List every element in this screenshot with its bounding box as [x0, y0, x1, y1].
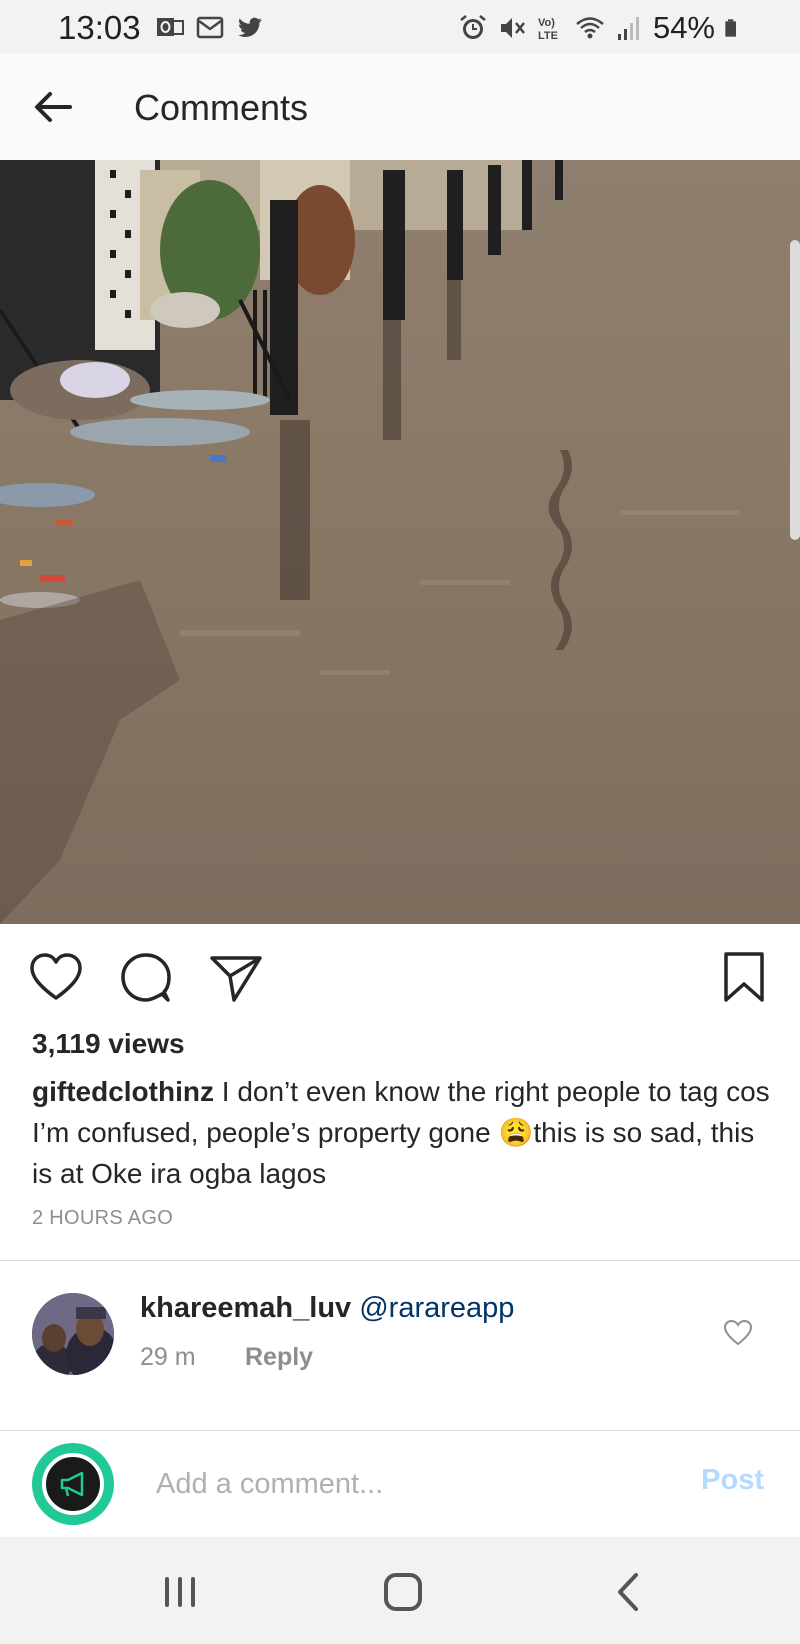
svg-text:LTE: LTE	[538, 30, 558, 42]
heart-icon[interactable]	[28, 950, 84, 1006]
mute-icon	[500, 18, 525, 38]
comment-input[interactable]	[156, 1461, 676, 1507]
share-icon[interactable]	[208, 950, 264, 1006]
caption-emoji: 😩	[498, 1117, 534, 1148]
comment-item: khareemah_luv @rarareapp 29 m Reply	[0, 1262, 800, 1430]
comment-username[interactable]: khareemah_luv @rarareapp	[140, 1292, 514, 1325]
post-button[interactable]: Post	[701, 1464, 764, 1497]
commenter-avatar-photo	[32, 1293, 114, 1375]
reply-button[interactable]: Reply	[245, 1343, 313, 1372]
bookmark-icon[interactable]	[716, 950, 772, 1006]
megaphone-avatar	[42, 1453, 104, 1515]
system-status: Vo) LTE 54%	[458, 10, 744, 46]
commenter-name[interactable]: khareemah_luv	[140, 1292, 351, 1324]
page-title: Comments	[134, 87, 309, 128]
outlook-icon	[157, 18, 184, 36]
user-avatar	[32, 1443, 114, 1525]
recents-icon[interactable]	[155, 1567, 205, 1617]
post-actions	[0, 924, 800, 1030]
megaphone-icon	[60, 1471, 84, 1497]
post-media[interactable]	[0, 160, 800, 924]
post-timestamp: 2 HOURS AGO	[32, 1207, 174, 1229]
comment-time: 29 m	[140, 1343, 196, 1371]
post-caption: giftedclothinz I don’t even know the rig…	[32, 1071, 772, 1194]
caption-username[interactable]: giftedclothinz	[32, 1076, 214, 1107]
volte-icon: Vo) LTE	[538, 17, 558, 42]
avatar[interactable]	[32, 1293, 114, 1375]
battery-icon	[725, 19, 736, 37]
system-nav-bar	[0, 1537, 800, 1644]
back-icon[interactable]	[604, 1567, 654, 1617]
app-header: Comments	[0, 54, 800, 160]
signal-icon	[617, 17, 639, 40]
alarm-icon	[460, 15, 486, 39]
comment-icon[interactable]	[118, 950, 174, 1006]
status-bar: 13:03 Vo) LTE 54%	[0, 0, 800, 54]
back-arrow-icon[interactable]	[30, 84, 76, 130]
divider	[0, 1260, 800, 1261]
comment-mention[interactable]: @rarareapp	[359, 1292, 514, 1324]
home-icon[interactable]	[378, 1567, 428, 1617]
flooded-street-photo	[0, 160, 800, 924]
email-icon	[196, 16, 224, 39]
wifi-icon	[576, 17, 604, 39]
twitter-icon	[238, 17, 262, 38]
notification-icons	[155, 12, 265, 42]
svg-text:Vo): Vo)	[538, 17, 555, 29]
comment-like-heart-icon[interactable]	[723, 1318, 753, 1348]
view-count: 3,119 views	[32, 1028, 185, 1059]
comment-composer: Post	[0, 1431, 800, 1537]
battery-percent: 54%	[652, 10, 715, 45]
status-time: 13:03	[58, 9, 141, 46]
